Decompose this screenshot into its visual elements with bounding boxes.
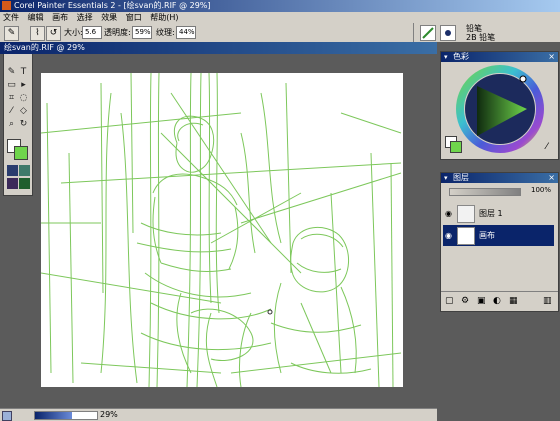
crop-tool-icon[interactable]: ⌗ [6,93,17,104]
move-tool-icon[interactable]: ▸ [18,80,29,91]
grain-label: 纹理: [156,28,175,37]
layers-panel-header[interactable]: ▾ 图层 × [441,173,558,183]
layer-row-selected[interactable]: ◉ 画布 [443,225,554,246]
brush-variant-icon[interactable]: ⌇ [30,26,45,41]
mask-icon[interactable]: ◐ [493,296,501,306]
menu-effects[interactable]: 效果 [101,13,117,22]
color-panel-title: 色彩 [453,52,469,61]
layer-options-icon[interactable]: ⚙ [461,296,469,306]
menu-canvas[interactable]: 画布 [52,13,68,22]
drawing-canvas[interactable] [41,73,403,387]
collapse-icon[interactable]: ▾ [444,52,448,62]
magnifier-icon[interactable]: ⌕ [6,119,17,130]
layers-panel-title: 图层 [453,173,469,182]
main-color-swatch[interactable] [14,146,28,160]
layer-name: 图层 1 [479,209,503,218]
color-wheel[interactable] [455,64,545,154]
gradient-icon[interactable] [7,178,18,189]
dropper-icon[interactable]: ⁄ [6,106,17,117]
app-title: Corel Painter Essentials 2 - [绘svan的.RIF… [14,1,211,10]
pattern-icon[interactable] [19,165,30,176]
size-field[interactable]: 5.6 [82,26,102,39]
menu-file[interactable]: 文件 [3,13,19,22]
property-bar: ✎ ⌇ ↺ 大小: 5.6 透明度: 59% 纹理: 44% [0,23,437,43]
lock-icon[interactable]: ▦ [509,296,518,306]
menu-window[interactable]: 窗口 [126,13,142,22]
text-tool-icon[interactable]: T [18,67,29,78]
nozzle-icon[interactable] [19,178,30,189]
layers-panel: ▾ 图层 × 100% ◉ 图层 1 ◉ 画布 ▢ ⚙ ▣ ◐ ▦ ▥ [440,172,559,312]
close-icon[interactable]: × [548,52,555,62]
menu-edit[interactable]: 编辑 [28,13,44,22]
rotate-icon[interactable]: ↻ [18,119,29,130]
dynamic-plugins-icon[interactable]: ▣ [477,296,486,306]
zoom-slider[interactable] [34,411,98,420]
eraser-icon[interactable]: ◇ [18,106,29,117]
layer-opacity-slider[interactable] [449,188,521,196]
painter-app-icon [2,1,11,10]
opacity-field[interactable]: 59% [132,26,152,39]
lasso-tool-icon[interactable]: ◌ [18,93,29,104]
document-title-bar: 绘svan的.RIF @ 29% [0,42,437,54]
color-panel-header[interactable]: ▾ 色彩 × [441,52,558,62]
brush-tool-icon[interactable]: ✎ [4,26,19,41]
menu-bar: 文件 编辑 画布 选择 效果 窗口 帮助(H) [0,12,560,23]
document-title: 绘svan的.RIF @ 29% [4,43,85,52]
color-panel: ▾ 色彩 × ⁄ [440,51,559,160]
eye-icon[interactable]: ◉ [445,209,452,218]
brush-selector[interactable]: 铅笔 2B 铅笔 [413,23,560,42]
status-bar: 29% [0,408,437,421]
layer-thumbnail [457,227,475,245]
new-layer-icon[interactable]: ▢ [445,296,454,306]
app-title-bar: Corel Painter Essentials 2 - [绘svan的.RIF… [0,0,560,12]
close-icon[interactable]: × [548,173,555,183]
layer-name: 画布 [479,231,495,240]
dropper-icon-panel[interactable]: ⁄ [546,142,548,152]
collapse-icon[interactable]: ▾ [444,173,448,183]
eye-icon[interactable]: ◉ [445,231,452,240]
panel-main-swatch[interactable] [450,141,462,153]
brush-category-icon[interactable] [420,25,436,41]
menu-select[interactable]: 选择 [77,13,93,22]
paper-icon[interactable] [7,165,18,176]
layer-thumbnail [457,205,475,223]
brush-variant-name: 2B 铅笔 [466,33,496,42]
rectangle-select-icon[interactable]: ▭ [6,80,17,91]
opacity-label: 透明度: [104,28,131,37]
sketch-drawing [41,73,402,387]
brush-reset-icon[interactable]: ↺ [46,26,61,41]
toolbox: ✎ T ▭ ▸ ⌗ ◌ ⁄ ◇ ⌕ ↻ [3,46,33,196]
menu-help[interactable]: 帮助(H) [150,13,178,22]
layer-row[interactable]: ◉ 图层 1 [443,203,554,224]
size-label: 大小: [64,28,83,37]
layer-opacity-value: 100% [531,186,552,194]
zoom-level: 29% [100,410,118,419]
brush-variant-dot-icon[interactable] [440,25,456,41]
grain-field[interactable]: 44% [176,26,196,39]
brush-icon[interactable]: ✎ [6,67,17,78]
delete-layer-icon[interactable]: ▥ [543,296,552,306]
layer-buttons: ▢ ⚙ ▣ ◐ ▦ ▥ [441,291,558,310]
